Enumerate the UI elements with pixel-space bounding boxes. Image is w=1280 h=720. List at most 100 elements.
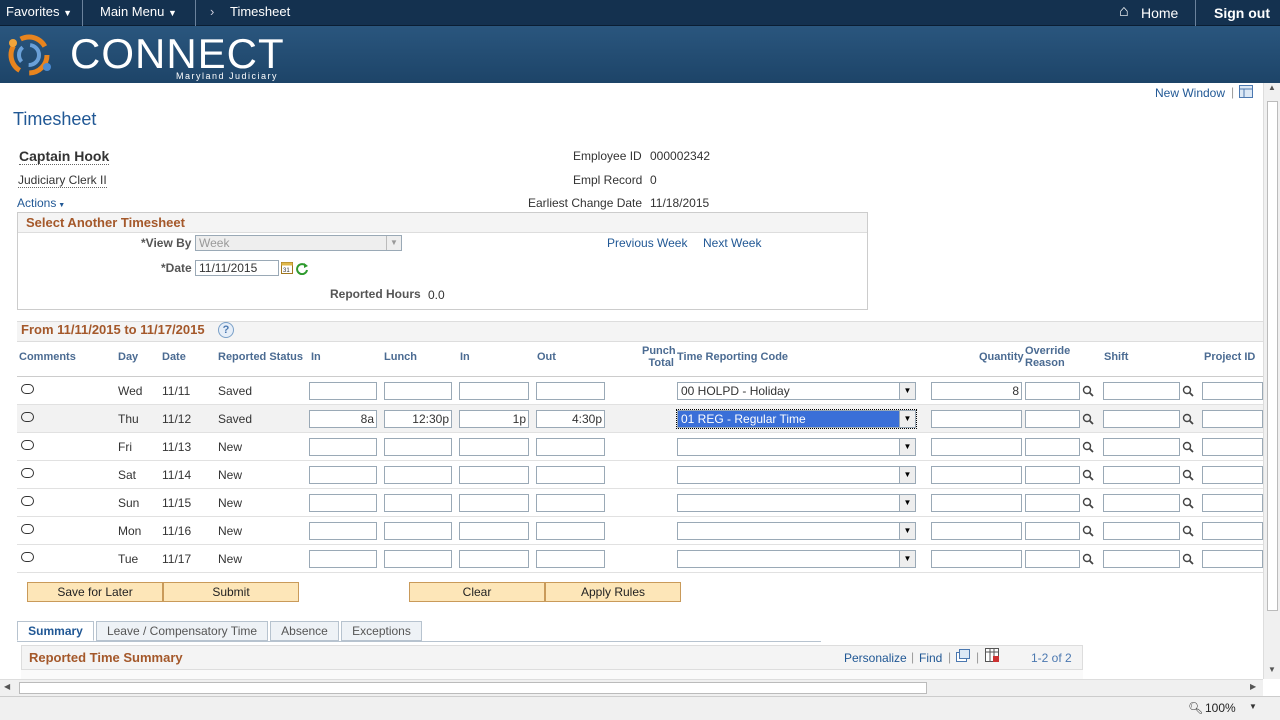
project-id-input[interactable] — [1202, 550, 1263, 568]
search-icon[interactable] — [1082, 525, 1094, 537]
out-time-input[interactable] — [536, 522, 605, 540]
override-reason-input[interactable] — [1025, 410, 1080, 428]
in-time-2-input[interactable] — [459, 550, 529, 568]
lunch-time-input[interactable] — [384, 438, 452, 456]
in-time-input[interactable]: 8a — [309, 410, 377, 428]
project-id-input[interactable] — [1202, 494, 1263, 512]
comment-icon[interactable] — [21, 496, 34, 506]
quantity-input[interactable] — [931, 494, 1022, 512]
help-icon[interactable]: ? — [218, 322, 234, 338]
next-week-link[interactable]: Next Week — [703, 236, 761, 250]
search-icon[interactable] — [1182, 553, 1194, 565]
in-time-input[interactable] — [309, 550, 377, 568]
actions-menu[interactable]: Actions ▼ — [17, 196, 65, 210]
time-reporting-code-select[interactable]: ▼ — [677, 438, 916, 456]
new-window-link[interactable]: New Window — [1155, 86, 1225, 100]
clear-button[interactable]: Clear — [409, 582, 545, 602]
in-time-2-input[interactable] — [459, 466, 529, 484]
quantity-input[interactable] — [931, 522, 1022, 540]
out-time-input[interactable] — [536, 466, 605, 484]
override-reason-input[interactable] — [1025, 522, 1080, 540]
shift-input[interactable] — [1103, 438, 1180, 456]
search-icon[interactable] — [1082, 553, 1094, 565]
project-id-input[interactable] — [1202, 522, 1263, 540]
shift-input[interactable] — [1103, 382, 1180, 400]
scroll-down-icon[interactable]: ▼ — [1268, 665, 1276, 674]
scroll-left-icon[interactable]: ◀ — [4, 682, 10, 691]
lunch-time-input[interactable] — [384, 522, 452, 540]
project-id-input[interactable] — [1202, 382, 1263, 400]
in-time-2-input[interactable] — [459, 494, 529, 512]
comment-icon[interactable] — [21, 524, 34, 534]
in-time-2-input[interactable] — [459, 522, 529, 540]
tab-absence[interactable]: Absence — [270, 621, 339, 641]
in-time-2-input[interactable] — [459, 382, 529, 400]
shift-input[interactable] — [1103, 522, 1180, 540]
calendar-icon[interactable]: 31 — [281, 261, 293, 274]
time-reporting-code-select[interactable]: 00 HOLPD - Holiday ▼ — [677, 382, 916, 400]
comment-icon[interactable] — [21, 384, 34, 394]
personalize-link[interactable]: Personalize — [844, 651, 907, 665]
time-reporting-code-select[interactable]: ▼ — [677, 522, 916, 540]
time-reporting-code-select[interactable]: ▼ — [677, 550, 916, 568]
quantity-input[interactable] — [931, 466, 1022, 484]
zoom-icon[interactable]: 🔍︎ — [1188, 701, 1203, 715]
search-icon[interactable] — [1082, 441, 1094, 453]
search-icon[interactable] — [1182, 469, 1194, 481]
project-id-input[interactable] — [1202, 438, 1263, 456]
horizontal-scroll-thumb[interactable] — [19, 682, 927, 694]
lunch-time-input[interactable]: 12:30p — [384, 410, 452, 428]
main-menu[interactable]: Main Menu ▼ — [100, 4, 177, 19]
lunch-time-input[interactable] — [384, 550, 452, 568]
out-time-input[interactable] — [536, 438, 605, 456]
override-reason-input[interactable] — [1025, 382, 1080, 400]
favorites-menu[interactable]: Favorites ▼ — [6, 4, 72, 19]
previous-week-link[interactable]: Previous Week — [607, 236, 687, 250]
sign-out-link[interactable]: Sign out — [1214, 5, 1270, 21]
date-input[interactable]: 11/11/2015 — [195, 260, 279, 276]
quantity-input[interactable] — [931, 550, 1022, 568]
layout-icon[interactable] — [1239, 85, 1253, 98]
tab-exceptions[interactable]: Exceptions — [341, 621, 422, 641]
zoom-level[interactable]: 100% — [1205, 701, 1236, 715]
override-reason-input[interactable] — [1025, 494, 1080, 512]
vertical-scrollbar[interactable]: ▲ ▼ — [1263, 83, 1280, 679]
override-reason-input[interactable] — [1025, 550, 1080, 568]
tab-leave-compensatory[interactable]: Leave / Compensatory Time — [96, 621, 268, 641]
search-icon[interactable] — [1182, 525, 1194, 537]
in-time-2-input[interactable]: 1p — [459, 410, 529, 428]
search-icon[interactable] — [1182, 385, 1194, 397]
search-icon[interactable] — [1182, 441, 1194, 453]
refresh-icon[interactable] — [296, 262, 309, 275]
quantity-input[interactable] — [931, 410, 1022, 428]
home-link[interactable]: Home — [1141, 5, 1178, 21]
breadcrumb-current[interactable]: Timesheet — [230, 4, 290, 19]
shift-input[interactable] — [1103, 550, 1180, 568]
shift-input[interactable] — [1103, 410, 1180, 428]
shift-input[interactable] — [1103, 494, 1180, 512]
in-time-input[interactable] — [309, 438, 377, 456]
lunch-time-input[interactable] — [384, 382, 452, 400]
override-reason-input[interactable] — [1025, 438, 1080, 456]
apply-rules-button[interactable]: Apply Rules — [545, 582, 681, 602]
submit-button[interactable]: Submit — [163, 582, 299, 602]
search-icon[interactable] — [1082, 469, 1094, 481]
in-time-input[interactable] — [309, 466, 377, 484]
shift-input[interactable] — [1103, 466, 1180, 484]
find-link[interactable]: Find — [919, 651, 942, 665]
view-all-icon[interactable] — [956, 649, 970, 662]
search-icon[interactable] — [1082, 413, 1094, 425]
quantity-input[interactable]: 8 — [931, 382, 1022, 400]
project-id-input[interactable] — [1202, 466, 1263, 484]
comment-icon[interactable] — [21, 412, 34, 422]
download-grid-icon[interactable] — [985, 648, 1000, 663]
search-icon[interactable] — [1182, 413, 1194, 425]
quantity-input[interactable] — [931, 438, 1022, 456]
time-reporting-code-select[interactable]: 01 REG - Regular Time ▼ — [676, 409, 917, 429]
out-time-input[interactable]: 4:30p — [536, 410, 605, 428]
lunch-time-input[interactable] — [384, 466, 452, 484]
search-icon[interactable] — [1082, 497, 1094, 509]
override-reason-input[interactable] — [1025, 466, 1080, 484]
in-time-input[interactable] — [309, 382, 377, 400]
in-time-2-input[interactable] — [459, 438, 529, 456]
